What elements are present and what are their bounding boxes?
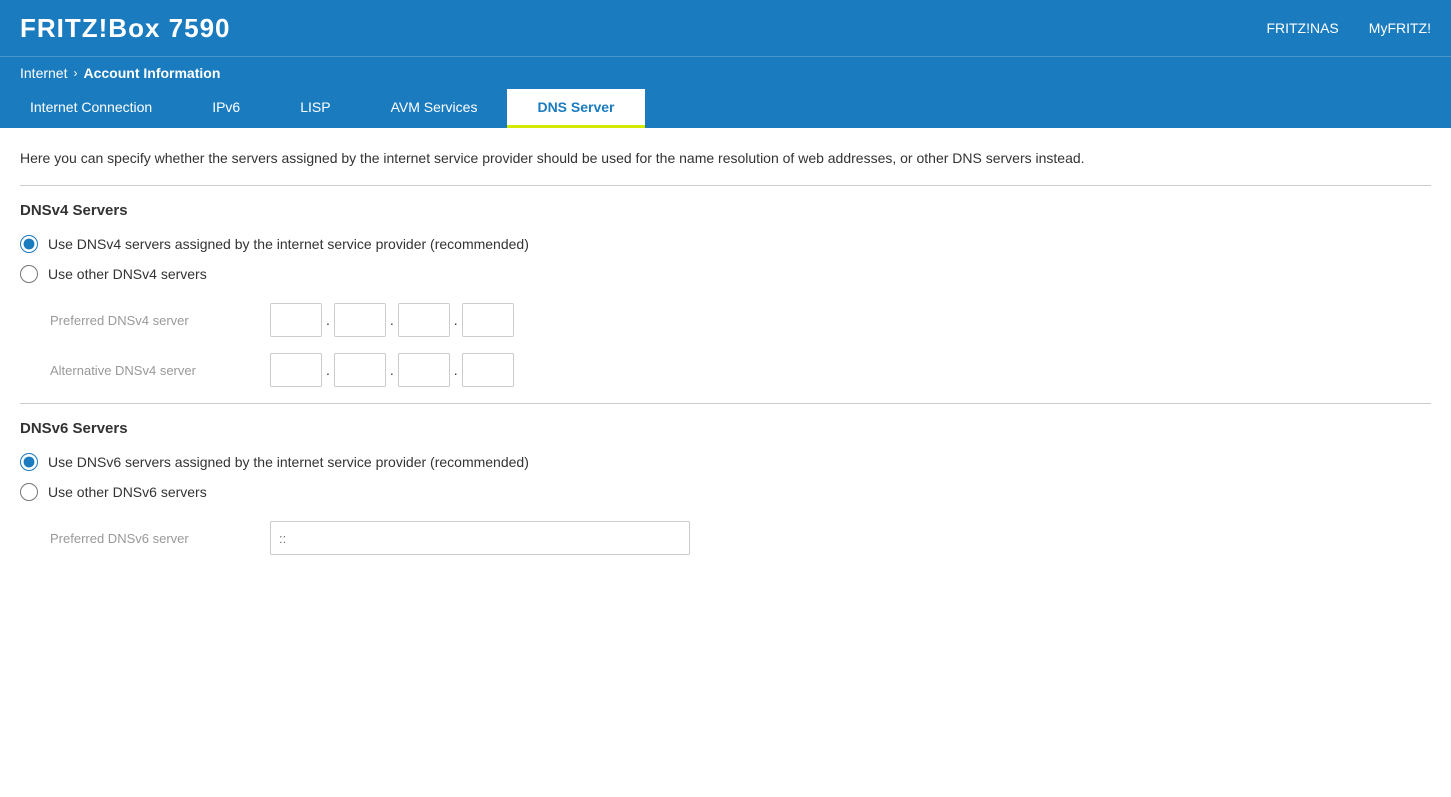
section-divider-top [20,185,1431,186]
dnsv4-isp-label: Use DNSv4 servers assigned by the intern… [48,236,529,252]
dnsv4-title: DNSv4 Servers [20,202,1431,219]
dot5: . [386,362,398,378]
preferred-dnsv4-fields: . . . [270,303,514,337]
tab-bar: Internet Connection IPv6 LISP AVM Servic… [0,89,1451,128]
alternative-dnsv4-octet2[interactable] [334,353,386,387]
tab-avm-services[interactable]: AVM Services [361,89,508,128]
breadcrumb-current: Account Information [83,65,220,81]
alternative-dnsv4-label: Alternative DNSv4 server [50,363,270,378]
preferred-dnsv4-row: Preferred DNSv4 server . . . [50,303,1431,337]
section-divider-middle [20,403,1431,404]
alternative-dnsv4-fields: . . . [270,353,514,387]
app-logo: FRITZ!Box 7590 [20,13,231,44]
alternative-dnsv4-row: Alternative DNSv4 server . . . [50,353,1431,387]
preferred-dnsv4-octet3[interactable] [398,303,450,337]
my-fritz-link[interactable]: MyFRITZ! [1369,20,1431,36]
preferred-dnsv4-octet2[interactable] [334,303,386,337]
dnsv4-other-radio[interactable] [20,265,38,283]
alternative-dnsv4-octet1[interactable] [270,353,322,387]
preferred-dnsv4-octet4[interactable] [462,303,514,337]
dnsv6-section: DNSv6 Servers Use DNSv6 servers assigned… [20,420,1431,555]
dnsv4-other-option[interactable]: Use other DNSv4 servers [20,265,1431,283]
preferred-dnsv6-row: Preferred DNSv6 server [50,521,1431,555]
dnsv6-other-option[interactable]: Use other DNSv6 servers [20,483,1431,501]
dot1: . [322,312,334,328]
breadcrumb: Internet › Account Information [0,56,1451,89]
tab-dns-server[interactable]: DNS Server [507,89,644,128]
main-content: Here you can specify whether the servers… [0,128,1451,591]
tab-internet-connection[interactable]: Internet Connection [0,89,182,128]
tab-lisp[interactable]: LISP [270,89,360,128]
dnsv6-isp-option[interactable]: Use DNSv6 servers assigned by the intern… [20,453,1431,471]
dnsv6-other-radio[interactable] [20,483,38,501]
dnsv6-radio-group: Use DNSv6 servers assigned by the intern… [20,453,1431,501]
dot4: . [322,362,334,378]
alternative-dnsv4-octet4[interactable] [462,353,514,387]
preferred-dnsv6-input[interactable] [270,521,690,555]
breadcrumb-chevron: › [73,66,77,80]
app-header: FRITZ!Box 7590 FRITZ!NAS MyFRITZ! [0,0,1451,56]
preferred-dnsv4-label: Preferred DNSv4 server [50,313,270,328]
dnsv6-title: DNSv6 Servers [20,420,1431,437]
dnsv6-other-label: Use other DNSv6 servers [48,484,207,500]
dnsv4-isp-radio[interactable] [20,235,38,253]
tab-ipv6[interactable]: IPv6 [182,89,270,128]
dnsv4-isp-option[interactable]: Use DNSv4 servers assigned by the intern… [20,235,1431,253]
dot2: . [386,312,398,328]
dnsv6-isp-label: Use DNSv6 servers assigned by the intern… [48,454,529,470]
preferred-dnsv6-label: Preferred DNSv6 server [50,531,270,546]
dnsv4-other-label: Use other DNSv4 servers [48,266,207,282]
preferred-dnsv4-octet1[interactable] [270,303,322,337]
dnsv6-isp-radio[interactable] [20,453,38,471]
dot3: . [450,312,462,328]
header-nav: FRITZ!NAS MyFRITZ! [1266,20,1431,36]
dot6: . [450,362,462,378]
description-text: Here you can specify whether the servers… [20,148,1431,169]
fritz-nas-link[interactable]: FRITZ!NAS [1266,20,1338,36]
alternative-dnsv4-octet3[interactable] [398,353,450,387]
dnsv4-section: DNSv4 Servers Use DNSv4 servers assigned… [20,202,1431,387]
breadcrumb-parent[interactable]: Internet [20,65,67,81]
dnsv4-radio-group: Use DNSv4 servers assigned by the intern… [20,235,1431,283]
